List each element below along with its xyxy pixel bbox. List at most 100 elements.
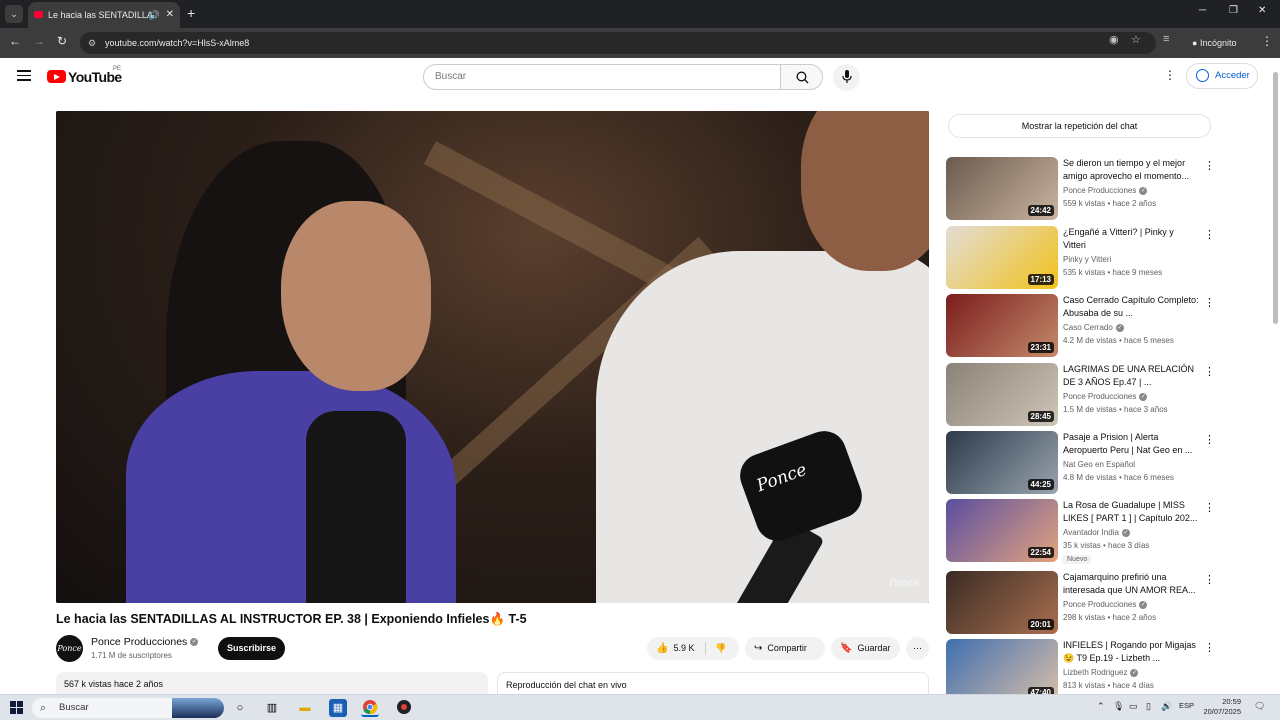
recommendation-menu-icon[interactable]: ⋮ — [1204, 365, 1215, 378]
cortana-icon[interactable]: ○ — [231, 699, 249, 717]
media-controls-icon[interactable]: ≡ — [1163, 33, 1169, 45]
close-window-icon[interactable]: ✕ — [1258, 5, 1266, 16]
recommendation-menu-icon[interactable]: ⋮ — [1204, 641, 1215, 654]
incognito-chrome-icon[interactable] — [395, 699, 413, 717]
channel-name-row[interactable]: Ponce Producciones ✓ — [91, 636, 199, 648]
address-bar[interactable]: ⚙ youtube.com/watch?v=HlsS-xAlme8 — [80, 32, 1156, 54]
recommendation-title[interactable]: LAGRIMAS DE UNA RELACIÓN DE 3 AÑOS Ep.47… — [1063, 363, 1199, 389]
recommendation-card[interactable]: 20:01 Cajamarquino prefirió una interesad… — [946, 571, 1216, 635]
scrollbar-thumb[interactable] — [1273, 72, 1278, 324]
views-and-date: 567 k vistas hace 2 años — [64, 679, 164, 689]
recommendation-channel-row[interactable]: Caso Cerrado ✓ — [1063, 323, 1124, 332]
video-duration: 28:45 — [1027, 411, 1054, 422]
recommendation-channel-row[interactable]: Lizbeth Rodriguez ✓ — [1063, 668, 1139, 677]
share-button[interactable]: ↪ Compartir — [745, 637, 825, 660]
tray-chevron-icon[interactable]: ⌃ — [1097, 701, 1105, 712]
recommendation-channel-row[interactable]: Ponce Producciones ✓ — [1063, 392, 1148, 401]
save-button[interactable]: 🔖 Guardar — [831, 637, 900, 660]
taskbar-search-label: Buscar — [59, 702, 89, 713]
recommendation-menu-icon[interactable]: ⋮ — [1204, 159, 1215, 172]
url-text: youtube.com/watch?v=HlsS-xAlme8 — [105, 38, 250, 48]
search-input[interactable]: Buscar — [423, 64, 781, 90]
language-indicator[interactable]: ESP — [1179, 701, 1194, 710]
subscribe-button[interactable]: Suscribirse — [218, 637, 285, 660]
restore-icon[interactable]: ❐ — [1229, 5, 1238, 16]
video-thumbnail[interactable]: 20:01 — [946, 571, 1058, 634]
signin-button[interactable]: Acceder — [1186, 63, 1258, 89]
video-thumbnail[interactable]: 24:42 — [946, 157, 1058, 220]
taskbar-search[interactable]: ⌕ Buscar — [32, 698, 224, 718]
video-thumbnail[interactable]: 22:54 — [946, 499, 1058, 562]
close-tab-icon[interactable]: ✕ — [166, 2, 174, 28]
voice-search-button[interactable] — [833, 64, 860, 91]
search-icon: ⌕ — [40, 702, 47, 714]
recommendation-channel-row[interactable]: Avantador India ✓ — [1063, 528, 1130, 537]
recommendation-title[interactable]: Pasaje a Prision | Alerta Aeropuerto Per… — [1063, 431, 1199, 457]
file-explorer-icon[interactable]: ▬ — [296, 699, 314, 717]
channel-name[interactable]: Ponce Producciones — [91, 636, 187, 648]
site-info-icon[interactable]: ⚙ — [88, 32, 96, 54]
recommendation-channel-row[interactable]: Ponce Producciones ✓ — [1063, 186, 1148, 195]
eye-off-icon[interactable]: ◉ — [1109, 33, 1119, 46]
recommendation-card[interactable]: 17:13 ¿Engañé a Vitteri? | Pinky y Vitter… — [946, 226, 1216, 290]
recommendation-card[interactable]: 23:31 Caso Cerrado Capítulo Completo: Abu… — [946, 294, 1216, 358]
more-actions-button[interactable]: ⋯ — [906, 637, 929, 660]
notifications-icon[interactable]: 🗨 — [1254, 701, 1265, 712]
recommendation-card[interactable]: 22:54 La Rosa de Guadalupe | MISS LIKES [… — [946, 499, 1216, 564]
share-label: Compartir — [767, 643, 807, 653]
recommendation-card[interactable]: 44:25 Pasaje a Prision | Alerta Aeropuert… — [946, 431, 1216, 495]
video-thumbnail[interactable]: 44:25 — [946, 431, 1058, 494]
recommendation-card[interactable]: 24:42 Se dieron un tiempo y el mejor amig… — [946, 157, 1216, 221]
recommendation-menu-icon[interactable]: ⋮ — [1204, 228, 1215, 241]
tab-search-button[interactable]: ⌄ — [5, 5, 23, 23]
clock[interactable]: 20:59 20/07/2025 — [1199, 697, 1241, 717]
dislike-button[interactable]: 👎 — [715, 637, 726, 660]
incognito-indicator[interactable]: ● Incógnito — [1184, 32, 1250, 54]
recommendation-channel-row[interactable]: Pinky y Vitteri — [1063, 255, 1111, 264]
reload-icon[interactable]: ↻ — [57, 34, 67, 48]
recommendation-title[interactable]: Se dieron un tiempo y el mejor amigo apr… — [1063, 157, 1199, 183]
recommendation-title[interactable]: Caso Cerrado Capítulo Completo: Abusaba … — [1063, 294, 1199, 320]
chrome-icon[interactable] — [361, 699, 379, 717]
video-thumbnail[interactable]: 23:31 — [946, 294, 1058, 357]
video-thumbnail[interactable]: 17:13 — [946, 226, 1058, 289]
recommendation-menu-icon[interactable]: ⋮ — [1204, 433, 1215, 446]
recommendation-title[interactable]: INFIELES | Rogando por Migajas 😉 T9 Ep.1… — [1063, 639, 1199, 665]
more-horizontal-icon: ⋯ — [913, 643, 922, 653]
recommendation-title[interactable]: Cajamarquino prefirió una interesada que… — [1063, 571, 1199, 597]
task-view-icon[interactable]: ▥ — [263, 699, 281, 717]
video-player[interactable]: Ponce Ponce — [56, 111, 929, 603]
video-thumbnail[interactable]: 47:40 — [946, 639, 1058, 702]
recommendation-channel: Pinky y Vitteri — [1063, 255, 1112, 264]
microphone-tray-icon[interactable]: 🎙 — [1113, 701, 1124, 712]
search-button[interactable] — [780, 64, 823, 90]
recommendation-title[interactable]: ¿Engañé a Vitteri? | Pinky y Vitteri — [1063, 226, 1199, 252]
volume-icon[interactable]: 🔊 — [1161, 701, 1172, 712]
tray-icon[interactable]: ▭ — [1129, 701, 1138, 712]
like-button[interactable]: 👍 5.9 K — [647, 643, 694, 654]
speaker-icon[interactable]: 🔊 — [149, 2, 160, 28]
recommendation-menu-icon[interactable]: ⋮ — [1204, 501, 1215, 514]
recommendation-card[interactable]: 28:45 LAGRIMAS DE UNA RELACIÓN DE 3 AÑOS … — [946, 363, 1216, 427]
back-icon[interactable]: ← — [9, 34, 21, 48]
bookmark-star-icon[interactable]: ☆ — [1131, 33, 1141, 46]
battery-icon[interactable]: ▯ — [1146, 701, 1151, 712]
recommendation-menu-icon[interactable]: ⋮ — [1204, 573, 1215, 586]
windows-start-icon[interactable] — [10, 701, 23, 714]
store-icon[interactable]: ▦ — [329, 699, 347, 717]
channel-avatar[interactable]: Ponce — [56, 635, 83, 662]
settings-menu-icon[interactable]: ⋮ — [1164, 68, 1176, 82]
chrome-menu-icon[interactable]: ⋮ — [1261, 34, 1273, 48]
new-tab-button[interactable]: + — [187, 4, 195, 22]
active-tab[interactable]: Le hacia las SENTADILLAS A 🔊 ✕ — [28, 2, 180, 28]
hamburger-menu-icon[interactable] — [17, 70, 31, 82]
show-chat-replay-button[interactable]: Mostrar la repetición del chat — [948, 114, 1211, 138]
recommendation-menu-icon[interactable]: ⋮ — [1204, 296, 1215, 309]
minimize-icon[interactable]: ─ — [1199, 5, 1206, 16]
recommendation-channel-row[interactable]: Ponce Producciones ✓ — [1063, 600, 1148, 609]
recommendation-channel-row[interactable]: Nat Geo en Español — [1063, 460, 1135, 469]
verified-icon: ✓ — [1139, 186, 1148, 195]
video-thumbnail[interactable]: 28:45 — [946, 363, 1058, 426]
forward-icon[interactable]: → — [33, 34, 45, 48]
recommendation-title[interactable]: La Rosa de Guadalupe | MISS LIKES [ PART… — [1063, 499, 1199, 525]
